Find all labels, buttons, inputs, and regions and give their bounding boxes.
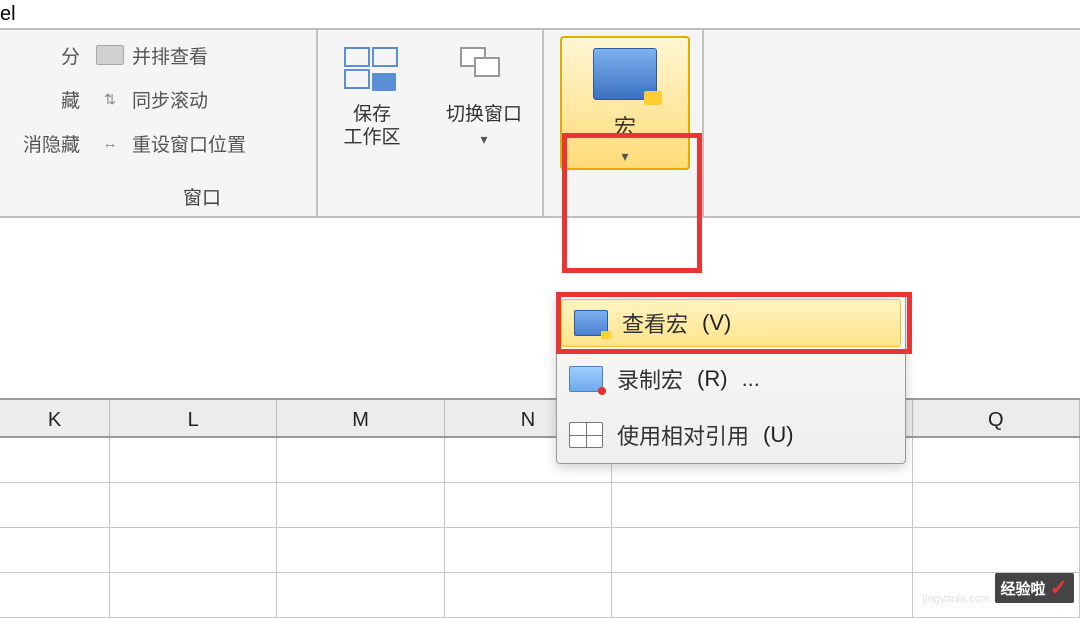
cell[interactable]	[445, 573, 612, 617]
sync-scroll-button[interactable]: ⇅ 同步滚动	[96, 80, 246, 118]
cell[interactable]	[445, 483, 612, 527]
cell[interactable]	[277, 573, 444, 617]
reset-window-icon: ↔	[96, 133, 124, 153]
cell[interactable]	[277, 438, 444, 482]
record-macro-label: 录制宏	[617, 363, 683, 395]
cell[interactable]	[110, 483, 277, 527]
table-row	[0, 573, 1080, 618]
sync-scroll-icon: ⇅	[96, 89, 124, 109]
watermark: 经验啦 ✓	[995, 573, 1074, 603]
view-macros-icon	[574, 310, 608, 336]
column-headers: K L M N Q	[0, 398, 1080, 438]
spreadsheet: K L M N Q	[0, 398, 1080, 618]
cell[interactable]	[0, 573, 110, 617]
cell[interactable]	[913, 438, 1080, 482]
relative-ref-item[interactable]: 使用相对引用 (U)	[557, 407, 905, 463]
col-header[interactable]: L	[110, 400, 277, 436]
relative-ref-label: 使用相对引用	[617, 419, 749, 451]
table-row	[0, 483, 1080, 528]
cell[interactable]	[0, 438, 110, 482]
cell[interactable]	[277, 483, 444, 527]
macro-label: 宏	[614, 110, 636, 142]
view-macros-label: 查看宏	[622, 307, 688, 339]
save-workspace-button[interactable]: 保存 工作区	[326, 36, 418, 216]
cell[interactable]	[0, 528, 110, 572]
switch-window-icon	[456, 47, 512, 93]
cell[interactable]	[0, 483, 110, 527]
cell[interactable]	[612, 573, 912, 617]
reset-window-label: 重设窗口位置	[132, 130, 246, 157]
cell[interactable]	[110, 438, 277, 482]
app-title: el	[0, 3, 16, 26]
watermark-domain: jingyanla.com	[923, 593, 990, 605]
col-header[interactable]: M	[277, 400, 444, 436]
hide-button[interactable]: 藏	[61, 86, 80, 113]
checkmark-icon: ✓	[1050, 575, 1068, 601]
macro-button[interactable]: 宏 ▾	[560, 36, 690, 170]
cancel-hide-button[interactable]: 消隐藏	[23, 130, 80, 157]
cell[interactable]	[110, 573, 277, 617]
table-row	[0, 438, 1080, 483]
record-macro-item[interactable]: 录制宏 (R)...	[557, 351, 905, 407]
split-button[interactable]: 分	[61, 42, 80, 69]
record-macro-suffix: ...	[742, 366, 760, 392]
view-macros-hotkey: (V)	[702, 310, 731, 336]
side-by-side-button[interactable]: 并排查看	[96, 36, 246, 74]
relative-ref-hotkey: (U)	[763, 422, 794, 448]
table-row	[0, 528, 1080, 573]
watermark-text: 经验啦	[1001, 578, 1046, 599]
cell[interactable]	[612, 528, 912, 572]
save-workspace-label: 保存 工作区	[343, 104, 400, 150]
side-by-side-label: 并排查看	[132, 42, 208, 69]
view-macros-item[interactable]: 查看宏 (V)	[561, 299, 901, 347]
save-workspace-icon	[344, 47, 400, 93]
macro-dropdown: 查看宏 (V) 录制宏 (R)... 使用相对引用 (U)	[556, 294, 906, 464]
macro-icon	[593, 48, 657, 100]
sync-scroll-label: 同步滚动	[132, 86, 208, 113]
chevron-down-icon: ▾	[621, 148, 628, 165]
cell[interactable]	[612, 483, 912, 527]
reset-window-button[interactable]: ↔ 重设窗口位置	[96, 124, 246, 162]
record-macro-icon	[569, 366, 603, 392]
col-header[interactable]: K	[0, 400, 110, 436]
window-group-label: 窗口	[88, 179, 316, 216]
cell[interactable]	[110, 528, 277, 572]
cell[interactable]	[277, 528, 444, 572]
switch-window-label: 切换窗口	[446, 104, 522, 127]
chevron-down-icon: ▾	[480, 131, 487, 148]
cell[interactable]	[913, 528, 1080, 572]
relative-ref-icon	[569, 422, 603, 448]
switch-window-button[interactable]: 切换窗口 ▾	[434, 36, 534, 216]
cell[interactable]	[913, 483, 1080, 527]
side-by-side-icon	[96, 45, 124, 65]
col-header[interactable]: Q	[913, 400, 1080, 436]
ribbon: 分 藏 消隐藏 并排查看 ⇅ 同步滚动 ↔ 重设窗口位置	[0, 28, 1080, 218]
record-macro-hotkey: (R)	[697, 366, 728, 392]
cell[interactable]	[445, 528, 612, 572]
